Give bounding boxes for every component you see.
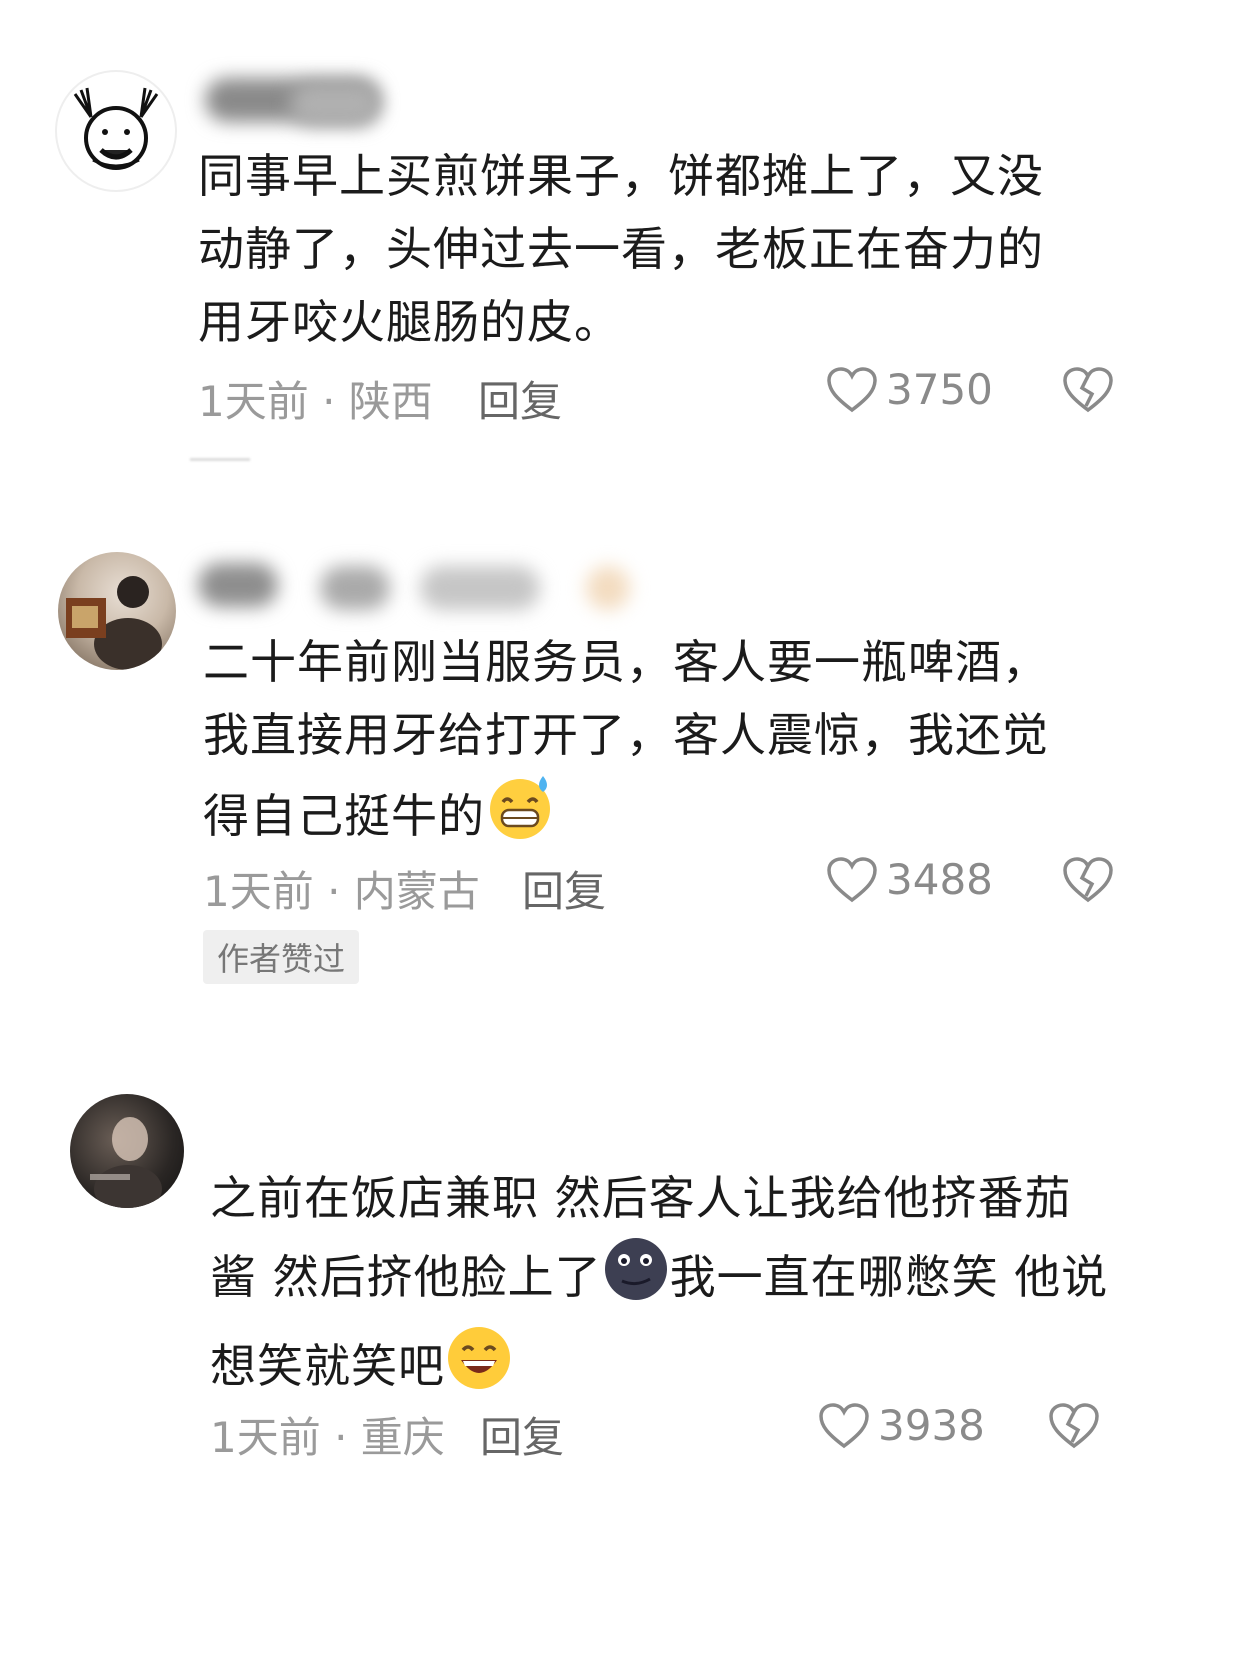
- cartoon-face-icon: [73, 87, 159, 170]
- person-photo-icon: [90, 1117, 162, 1208]
- dislike-button[interactable]: [1048, 1402, 1100, 1454]
- username-blurred[interactable]: [198, 563, 278, 607]
- username-blurred-3: [420, 566, 540, 610]
- avatar[interactable]: [70, 1094, 184, 1208]
- grinning-sweat-emoji: [485, 772, 555, 863]
- heart-outline-icon: [819, 1402, 869, 1448]
- dislike-button[interactable]: [1062, 366, 1114, 418]
- broken-heart-icon: [1063, 367, 1113, 413]
- reply-button[interactable]: 回复: [478, 368, 562, 429]
- comment-text: 同事早上买煎饼果子，饼都摊上了，又没 动静了，头伸过去一看，老板正在奋力的 用牙…: [198, 149, 1044, 349]
- grinning-smile-emoji: [445, 1324, 513, 1413]
- like-button[interactable]: 3750: [826, 365, 993, 414]
- username-blurred-2: [320, 566, 390, 610]
- heart-outline-icon: [827, 366, 877, 412]
- avatar[interactable]: [55, 70, 177, 192]
- reply-button[interactable]: 回复: [522, 858, 606, 919]
- comment-meta: 1天前 · 内蒙古: [203, 867, 480, 916]
- divider: [190, 458, 250, 461]
- new-moon-face-emoji: [602, 1235, 670, 1324]
- broken-heart-icon: [1063, 857, 1113, 903]
- person-photo-icon: [66, 576, 162, 670]
- dislike-button[interactable]: [1062, 856, 1114, 908]
- like-button[interactable]: 3938: [818, 1401, 985, 1450]
- like-count: 3750: [886, 365, 993, 414]
- like-count: 3488: [886, 855, 993, 904]
- username-blurred-2: [290, 82, 380, 126]
- like-button[interactable]: 3488: [826, 855, 993, 904]
- reply-button[interactable]: 回复: [480, 1404, 564, 1465]
- comment-text: 之前在饭店兼职 然后客人让我给他挤番茄 酱 然后挤他脸上了 我一直在哪憋笑 他说…: [210, 1162, 1108, 1413]
- comment-meta: 1天前 · 陕西: [198, 377, 433, 426]
- comment-text: 二十年前刚当服务员，客人要一瓶啤酒， 我直接用牙给打开了，客人震惊，我还觉 得自…: [203, 626, 1049, 863]
- comment-meta: 1天前 · 重庆: [210, 1413, 445, 1462]
- like-count: 3938: [878, 1401, 985, 1450]
- avatar[interactable]: [58, 552, 176, 670]
- heart-outline-icon: [827, 856, 877, 902]
- broken-heart-icon: [1049, 1403, 1099, 1449]
- username-blurred-4: [586, 566, 630, 610]
- author-liked-badge: 作者赞过: [203, 930, 360, 984]
